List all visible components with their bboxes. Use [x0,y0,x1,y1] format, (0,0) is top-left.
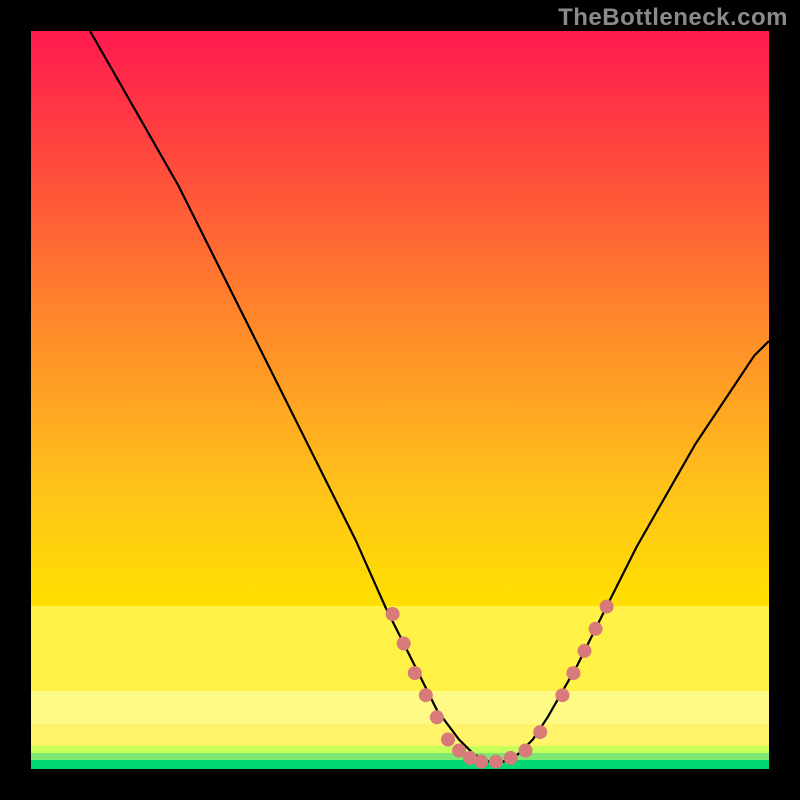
marker-dot [397,637,411,651]
marker-dot [419,688,433,702]
marker-dot [519,744,533,758]
green-strip-3 [31,760,769,769]
chart-svg [31,31,769,769]
watermark-text: TheBottleneck.com [558,4,788,32]
marker-dot [589,622,603,636]
marker-dot [441,733,455,747]
chart-frame: TheBottleneck.com [0,0,800,800]
marker-dot [474,755,488,769]
marker-dot [386,607,400,621]
plot-area [31,31,769,769]
marker-dot [489,755,503,769]
highlight-band-lower [31,691,769,746]
green-strip-2 [31,753,769,760]
marker-dot [566,666,580,680]
green-strip-1 [31,746,769,753]
marker-dot [408,666,422,680]
marker-dot [578,644,592,658]
marker-dot [555,688,569,702]
marker-dot [430,710,444,724]
marker-dot [504,751,518,765]
marker-dot [600,600,614,614]
marker-dot [533,725,547,739]
